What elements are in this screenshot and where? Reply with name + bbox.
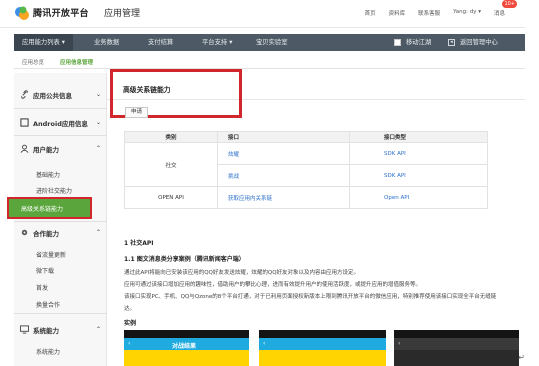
api-link-show-off[interactable]: 炫耀 <box>228 152 239 158</box>
doc-paragraph: 通过此API将能向已安装该应用的QQ好友发送炫耀，炫耀的QQ好友对象以及内容由应… <box>124 270 360 276</box>
sidebar-item-advanced-relation[interactable]: 高级关系链能力 <box>7 197 92 219</box>
top-links: 首页 资料库 联系客服 Yang: dy ▾ 消息 <box>365 9 505 17</box>
chevron-up-icon: ⌃ <box>95 229 101 236</box>
divider <box>14 108 107 109</box>
chevron-down-icon: ⌄ <box>95 119 101 126</box>
sidebar-item-system[interactable]: 系统能力 <box>36 347 60 356</box>
divider <box>14 313 107 314</box>
sidebar-item-label: 高级关系链能力 <box>21 206 64 213</box>
table-cell-api: 获取应用内关系链 <box>217 186 350 209</box>
example-screenshots: ‹ 对战结果 ‹ ‹ <box>124 330 519 366</box>
column-header-category: 类别 <box>124 131 218 143</box>
sidebar-item-basic[interactable]: 基础能力 <box>36 170 60 179</box>
table-cell-api: 炫耀 <box>217 142 350 165</box>
sidebar-section-user-capabilities[interactable]: 用户能力 ⌃ <box>14 140 107 157</box>
back-arrow-icon: ‹ <box>398 340 401 347</box>
api-link-relation-chain[interactable]: 获取应用内关系链 <box>228 196 272 202</box>
top-header: 腾讯开放平台 应用管理 首页 资料库 联系客服 Yang: dy ▾ 消息 10… <box>0 0 525 28</box>
return-mark-icon: ↵ <box>518 353 525 362</box>
phone-status-bar <box>259 330 386 338</box>
api-type-link[interactable]: Open API <box>384 195 409 201</box>
doc-heading-2: 1.1 图文消息类分享案例（腾讯新闻客户端） <box>124 256 245 263</box>
sidebar-section-label: 合作能力 <box>33 230 59 238</box>
sidebar-section-label: 应用公共信息 <box>33 92 72 100</box>
table-row: OPEN API 获取应用内关系链 Open API <box>124 186 488 209</box>
top-link-support[interactable]: 联系客服 <box>418 9 440 17</box>
top-link-docs[interactable]: 资料库 <box>389 9 406 17</box>
sidebar-item-micro-download[interactable]: 微下载 <box>36 266 54 275</box>
chevron-down-icon: ⌄ <box>95 91 101 98</box>
phone-title-bar <box>259 338 386 350</box>
breadcrumb: 应用总览 应用信息管理 <box>14 55 525 69</box>
back-arrow-icon: ‹ <box>128 340 131 347</box>
message-count-badge: 10+ <box>502 0 517 8</box>
chevron-up-icon: ⌃ <box>95 145 101 152</box>
gear-icon <box>21 229 28 236</box>
phone-screen-title: 对战结果 <box>172 343 197 350</box>
phone-screenshot-result: ‹ 对战结果 <box>124 330 249 366</box>
doc-paragraph: 达。 <box>124 306 136 312</box>
phone-screenshot-share: ‹ <box>394 330 519 366</box>
doc-paragraph: 该接口实现PC、手机、QQ与Qzone的8个平台打通，对于已利用页面授权新版本上… <box>124 294 497 300</box>
sidebar-section-public-info[interactable]: 应用公共信息 ⌄ <box>14 86 107 103</box>
table-cell-api: 挑战 <box>217 164 350 187</box>
top-link-messages[interactable]: 消息 <box>494 9 505 17</box>
sidebar-section-label: 用户能力 <box>33 146 59 154</box>
divider <box>14 135 107 136</box>
monitor-icon <box>20 325 29 334</box>
sidebar: 应用公共信息 ⌄ Android应用信息 ⌄ 用户能力 ⌃ 基础能力 进阶社交能… <box>7 73 107 366</box>
nav-payment[interactable]: 支付结算 <box>140 34 181 51</box>
nav-platform-support[interactable]: 平台支持 ▾ <box>194 34 240 51</box>
apply-button[interactable]: 申请 <box>125 107 148 118</box>
column-header-api-type: 接口类型 <box>349 131 488 143</box>
table-cell-type: Open API <box>349 186 488 209</box>
divider <box>14 221 107 222</box>
sidebar-item-traffic-exchange[interactable]: 换量合作 <box>36 300 60 309</box>
phone-screenshot-app: ‹ <box>259 330 386 366</box>
table-cell-type: SDK API <box>349 142 488 165</box>
table-row: 社交 炫耀 SDK API <box>124 142 488 187</box>
sidebar-section-android-info[interactable]: Android应用信息 ⌄ <box>14 114 107 131</box>
main-nav: 应用能力列表 ▾ 业务数据 支付结算 平台支持 ▾ 宝贝实验室 移动江湖 ◂ 返… <box>14 34 525 51</box>
phone-status-bar <box>394 330 519 338</box>
doc-paragraph: 应用可通过该接口增加应用的趣味性，借助用户的攀比心理，进而有效提升用户的使用活跃… <box>124 282 422 288</box>
column-header-api: 接口 <box>217 131 350 143</box>
sidebar-item-advanced-social[interactable]: 进阶社交能力 <box>36 186 72 195</box>
api-link-challenge[interactable]: 挑战 <box>228 174 239 180</box>
mobile-toggle-label: 移动江湖 <box>406 39 432 46</box>
table-header-row: 类别 接口 接口类型 <box>124 131 488 143</box>
breadcrumb-info-manage[interactable]: 应用信息管理 <box>60 58 93 66</box>
example-heading: 实例 <box>124 320 137 327</box>
back-to-admin-link[interactable]: 返回管理中心 <box>452 34 506 51</box>
table-cell-category: OPEN API <box>124 186 218 209</box>
sidebar-section-system[interactable]: 系统能力 ⌃ <box>14 321 107 338</box>
nav-business-data[interactable]: 业务数据 <box>86 34 127 51</box>
sidebar-section-label: Android应用信息 <box>33 120 88 128</box>
api-type-link[interactable]: SDK API <box>384 151 406 157</box>
link-icon <box>21 90 28 99</box>
table-cell-category: 社交 <box>124 142 218 187</box>
top-link-home[interactable]: 首页 <box>365 9 376 17</box>
android-icon <box>20 118 29 127</box>
nav-app-capabilities[interactable]: 应用能力列表 ▾ <box>14 34 73 51</box>
user-icon <box>20 144 29 153</box>
sidebar-section-label: 系统能力 <box>33 327 59 335</box>
api-type-link[interactable]: SDK API <box>384 173 406 179</box>
phone-title-bar <box>394 338 519 350</box>
chevron-up-icon: ⌃ <box>95 326 101 333</box>
sidebar-section-cooperation[interactable]: 合作能力 ⌃ <box>14 224 107 241</box>
back-arrow-icon: ‹ <box>263 340 266 347</box>
phone-status-bar <box>124 330 249 338</box>
section-title: 应用管理 <box>104 9 141 19</box>
breadcrumb-overview[interactable]: 应用总览 <box>22 58 44 66</box>
brand-title[interactable]: 腾讯开放平台 <box>33 6 89 19</box>
nav-lab[interactable]: 宝贝实验室 <box>248 34 295 51</box>
tencent-open-platform-logo[interactable] <box>14 5 30 21</box>
capability-table: 类别 接口 接口类型 社交 炫耀 SDK API 挑战 SDK API OPEN… <box>124 131 488 209</box>
sidebar-item-traffic-saving[interactable]: 省流量更新 <box>36 250 66 259</box>
sidebar-item-debut[interactable]: 首发 <box>36 283 48 292</box>
doc-heading-1: 1 社交API <box>124 240 154 247</box>
user-menu[interactable]: Yang: dy ▾ <box>453 9 481 17</box>
table-cell-type: SDK API <box>349 164 488 187</box>
